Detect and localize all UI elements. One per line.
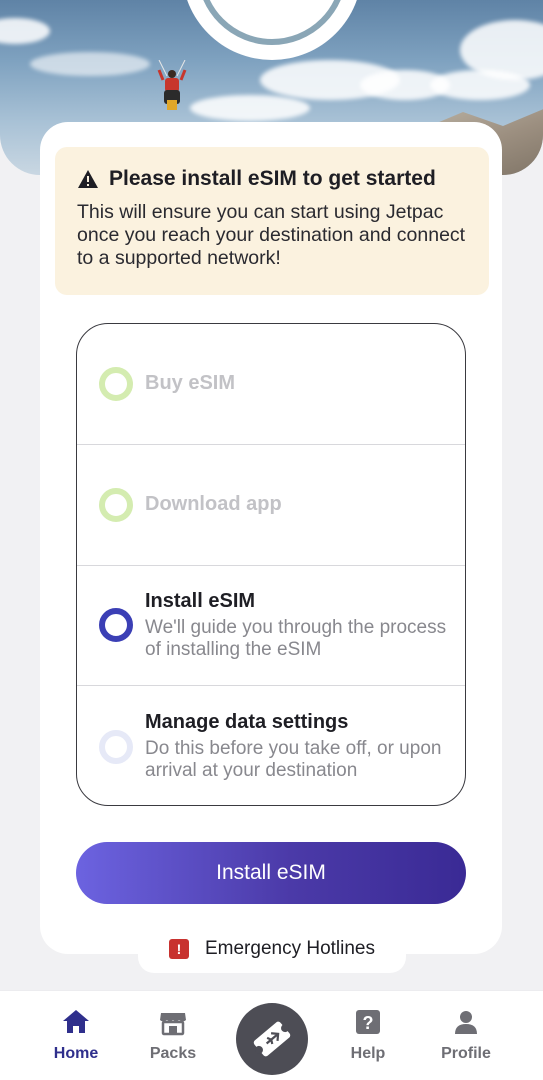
step-title: Buy eSIM: [145, 372, 236, 395]
step-done-indicator: [99, 487, 133, 522]
step-title: Install eSIM: [145, 589, 256, 612]
nav-label: Packs: [149, 1045, 197, 1062]
home-icon: [63, 1010, 89, 1033]
nav-item-help[interactable]: ? Help: [323, 1007, 413, 1063]
bottom-nav: Home Packs ? Help Profile: [0, 990, 543, 1080]
notice-title: Please install eSIM to get started: [109, 167, 436, 190]
setup-steps: Buy eSIM Download app Install eSIM We'll…: [76, 323, 466, 806]
install-notice: Please install eSIM to get started This …: [55, 147, 489, 295]
notice-body: This will ensure you can start using Jet…: [77, 201, 466, 269]
step-install-esim[interactable]: Install eSIM We'll guide you through the…: [77, 566, 465, 687]
avatar-ring: [182, 0, 362, 60]
step-description: Do this before you take off, or upon arr…: [145, 738, 442, 782]
step-title: Download app: [145, 493, 282, 516]
step-description: We'll guide you through the process of i…: [145, 616, 447, 660]
warning-icon: [78, 170, 98, 188]
nav-item-profile[interactable]: Profile: [421, 1007, 511, 1063]
paraglider-image: [157, 60, 187, 110]
nav-label: Home: [53, 1045, 99, 1062]
step-done-indicator: [99, 366, 133, 401]
step-download-app[interactable]: Download app: [77, 445, 465, 566]
step-manage-data-settings[interactable]: Manage data settings Do this before you …: [77, 686, 465, 805]
nav-label: Profile: [441, 1045, 491, 1062]
onboarding-card: Please install eSIM to get started This …: [40, 122, 502, 954]
ticket-plane-icon: [253, 1021, 291, 1057]
emergency-hotlines-button[interactable]: ! Emergency Hotlines: [138, 925, 406, 973]
profile-icon: [455, 1011, 477, 1034]
nav-label: Help: [350, 1045, 386, 1062]
step-buy-esim[interactable]: Buy eSIM: [77, 324, 465, 445]
help-icon: ?: [356, 1010, 380, 1034]
nav-item-packs[interactable]: Packs: [128, 1007, 218, 1063]
step-title: Manage data settings: [145, 711, 349, 734]
store-icon: [160, 1013, 186, 1036]
svg-text:?: ?: [363, 1013, 374, 1033]
step-pending-indicator: [99, 729, 133, 764]
alert-icon: !: [168, 939, 189, 959]
install-esim-button[interactable]: Install eSIM: [76, 842, 466, 904]
emergency-hotlines-label: Emergency Hotlines: [204, 938, 376, 959]
nav-item-home[interactable]: Home: [31, 1007, 121, 1063]
center-action-button[interactable]: [236, 1003, 308, 1075]
step-active-indicator: [99, 608, 133, 643]
